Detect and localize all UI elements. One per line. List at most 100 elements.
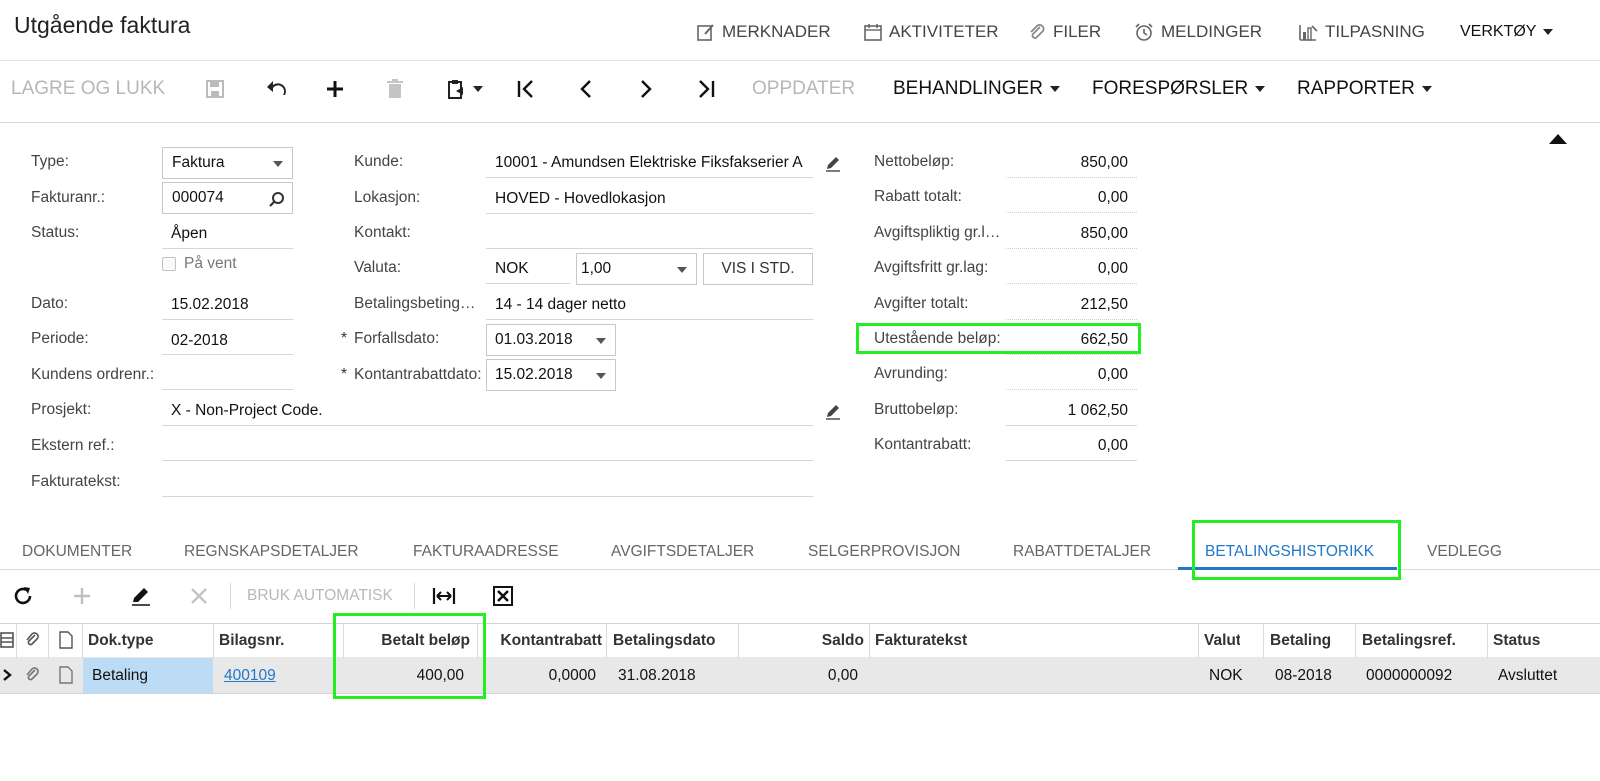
due-date-picker[interactable]: 01.03.2018 bbox=[486, 324, 616, 356]
plus-icon bbox=[327, 81, 343, 97]
chevron-down-icon bbox=[596, 338, 606, 344]
cash-discount-date-picker[interactable]: 15.02.2018 bbox=[486, 359, 616, 391]
period-value[interactable]: 02-2018 bbox=[171, 332, 228, 350]
row-selector-icon[interactable] bbox=[0, 631, 14, 649]
calendar-icon bbox=[864, 24, 882, 41]
customer-value[interactable]: 10001 - Amundsen Elektriske Fiksfakserie… bbox=[495, 154, 809, 172]
previous-record-button[interactable] bbox=[576, 76, 596, 102]
grid-delete-button[interactable] bbox=[189, 584, 209, 608]
rate-select[interactable]: 1,00 bbox=[576, 253, 697, 285]
files-button[interactable]: FILER bbox=[1027, 20, 1101, 44]
update-button[interactable]: OPPDATER bbox=[752, 76, 855, 102]
column-header-balance[interactable]: Saldo bbox=[745, 632, 864, 650]
delete-button[interactable] bbox=[386, 76, 404, 102]
divider bbox=[414, 583, 415, 609]
tab-regnskapsdetaljer[interactable]: REGNSKAPSDETALJER bbox=[184, 543, 359, 561]
document-icon bbox=[59, 631, 73, 649]
edit-icon[interactable] bbox=[824, 154, 842, 172]
divider bbox=[1006, 425, 1137, 426]
edit-icon[interactable] bbox=[824, 402, 842, 420]
location-label: Lokasjon: bbox=[354, 189, 421, 206]
add-button[interactable] bbox=[325, 76, 345, 102]
tab-selgerprovisjon[interactable]: SELGERPROVISJON bbox=[808, 543, 960, 561]
cell-payment-ref[interactable]: 0000000092 bbox=[1366, 667, 1452, 685]
excel-icon bbox=[493, 586, 513, 606]
first-record-button[interactable] bbox=[516, 76, 536, 102]
tab-rabattdetaljer[interactable]: RABATTDETALJER bbox=[1013, 543, 1151, 561]
chevron-down-icon bbox=[273, 161, 283, 167]
view-base-button[interactable]: VIS I STD. bbox=[703, 253, 813, 285]
terms-value[interactable]: 14 - 14 dager netto bbox=[495, 296, 626, 314]
cell-ref-no-link[interactable]: 400109 bbox=[224, 667, 276, 685]
inquiries-menu[interactable]: FORESPØRSLER bbox=[1092, 76, 1266, 102]
divider bbox=[162, 425, 813, 426]
chevron-down-icon bbox=[1421, 86, 1432, 92]
next-record-button[interactable] bbox=[636, 76, 656, 102]
cell-balance[interactable]: 0,00 bbox=[745, 667, 858, 685]
cell-currency[interactable]: NOK bbox=[1209, 667, 1243, 685]
save-close-button[interactable]: LAGRE OG LUKK bbox=[11, 76, 165, 102]
search-icon[interactable] bbox=[269, 191, 285, 207]
column-separator bbox=[48, 624, 49, 658]
reports-menu[interactable]: RAPPORTER bbox=[1297, 76, 1432, 102]
column-header-description[interactable]: Fakturatekst bbox=[875, 632, 967, 650]
tab-fakturaadresse[interactable]: FAKTURAADRESSE bbox=[413, 543, 559, 561]
location-value[interactable]: HOVED - Hovedlokasjon bbox=[495, 190, 666, 208]
undo-button[interactable] bbox=[265, 76, 289, 102]
last-record-button[interactable] bbox=[696, 76, 716, 102]
total-label: Kontantrabatt: bbox=[874, 436, 972, 453]
collapse-icon[interactable] bbox=[1549, 134, 1567, 144]
cell-doc-type[interactable]: Betaling bbox=[92, 667, 148, 685]
actions-menu[interactable]: BEHANDLINGER bbox=[893, 76, 1060, 102]
activities-button[interactable]: AKTIVITETER bbox=[863, 20, 999, 44]
column-header-doc-type[interactable]: Dok.type bbox=[88, 632, 153, 650]
fit-columns-button[interactable] bbox=[432, 584, 456, 608]
column-header-payment-ref[interactable]: Betalingsref. bbox=[1362, 632, 1456, 650]
project-value[interactable]: X - Non-Project Code. bbox=[171, 402, 323, 420]
column-header-payment-date[interactable]: Betalingsdato bbox=[613, 632, 715, 650]
divider bbox=[486, 283, 570, 284]
notes-icon bbox=[697, 24, 714, 41]
cell-status[interactable]: Avsluttet bbox=[1498, 667, 1557, 685]
invoice-no-field[interactable]: 000074 bbox=[162, 182, 293, 214]
highlight-amount-paid bbox=[333, 613, 486, 699]
column-header-cash-discount[interactable]: Kontantrabatt bbox=[482, 632, 602, 650]
save-icon bbox=[206, 80, 224, 98]
document-icon[interactable] bbox=[58, 666, 74, 684]
tools-menu[interactable]: VERKTØY bbox=[1460, 20, 1554, 44]
cell-payment-period[interactable]: 08-2018 bbox=[1275, 667, 1332, 685]
column-header-payment-period[interactable]: Betaling bbox=[1270, 632, 1334, 650]
grid-edit-button[interactable] bbox=[130, 584, 152, 608]
clipboard-icon bbox=[448, 80, 463, 99]
invoice-no-label: Fakturanr.: bbox=[31, 189, 106, 206]
notes-button[interactable]: MERKNADER bbox=[696, 20, 831, 44]
column-header-status[interactable]: Status bbox=[1493, 632, 1540, 650]
notifications-button[interactable]: MELDINGER bbox=[1133, 20, 1262, 44]
currency-value[interactable]: NOK bbox=[495, 260, 529, 278]
clipboard-menu[interactable] bbox=[446, 76, 483, 102]
chevron-down-icon bbox=[1049, 86, 1060, 92]
cell-payment-date[interactable]: 31.08.2018 bbox=[618, 667, 696, 685]
page-title: Utgående faktura bbox=[14, 12, 191, 38]
auto-apply-button[interactable]: BRUK AUTOMATISK bbox=[247, 584, 393, 608]
column-separator bbox=[1198, 624, 1199, 658]
type-select[interactable]: Faktura bbox=[162, 147, 293, 179]
customization-button[interactable]: TILPASNING bbox=[1297, 20, 1425, 44]
refresh-button[interactable] bbox=[12, 584, 34, 608]
divider bbox=[1006, 248, 1137, 249]
export-excel-button[interactable] bbox=[492, 584, 514, 608]
save-button[interactable] bbox=[205, 76, 225, 102]
divider bbox=[162, 248, 293, 249]
cell-cash-discount[interactable]: 0,0000 bbox=[482, 667, 596, 685]
divider bbox=[1006, 354, 1137, 355]
hold-checkbox[interactable] bbox=[162, 257, 176, 271]
grid-add-button[interactable] bbox=[72, 584, 92, 608]
tab-dokumenter[interactable]: DOKUMENTER bbox=[22, 543, 132, 561]
tab-vedlegg[interactable]: VEDLEGG bbox=[1427, 543, 1502, 561]
tab-avgiftsdetaljer[interactable]: AVGIFTSDETALJER bbox=[611, 543, 754, 561]
date-value[interactable]: 15.02.2018 bbox=[171, 296, 249, 314]
paperclip-icon[interactable] bbox=[24, 666, 40, 684]
column-header-ref-no[interactable]: Bilagsnr. bbox=[219, 632, 284, 650]
column-header-currency[interactable]: Valuta bbox=[1204, 632, 1240, 650]
divider bbox=[1006, 389, 1137, 390]
